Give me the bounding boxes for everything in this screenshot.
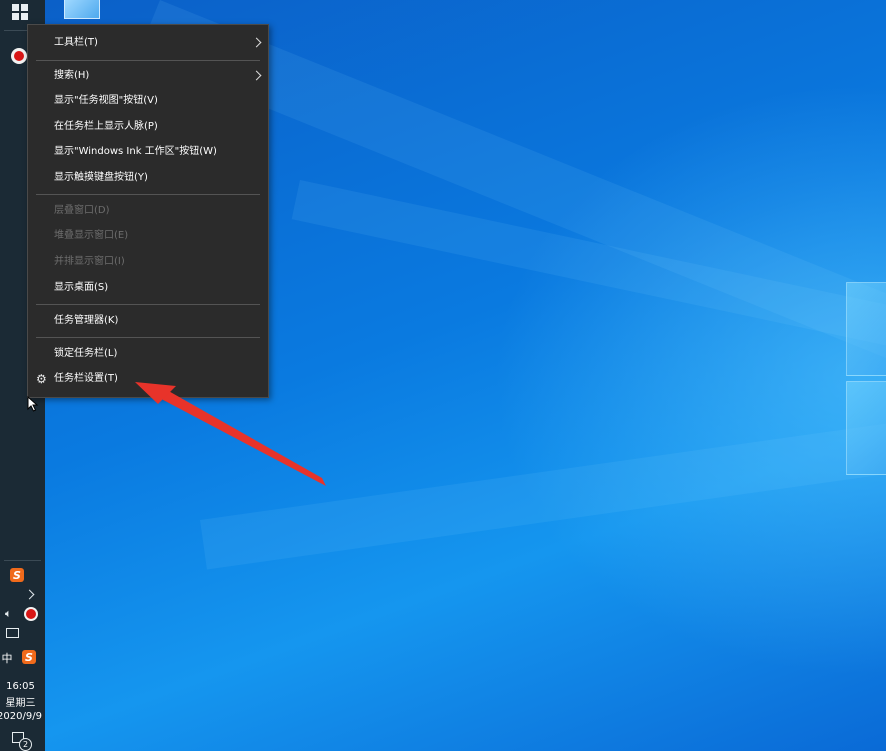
- taskbar-context-menu[interactable]: 工具栏(T) 搜索(H) 显示"任务视图"按钮(V) 在任务栏上显示人脉(P) …: [27, 24, 269, 398]
- menu-item-toolbars[interactable]: 工具栏(T): [28, 30, 268, 56]
- menu-item-label: 任务管理器(K): [54, 315, 119, 326]
- menu-item-show-people[interactable]: 在任务栏上显示人脉(P): [28, 114, 268, 140]
- taskbar-divider: [4, 560, 41, 561]
- windows-icon: [12, 4, 28, 20]
- menu-item-taskbar-settings[interactable]: ⚙ 任务栏设置(T): [28, 366, 268, 392]
- menu-separator: [36, 304, 260, 305]
- start-button[interactable]: [12, 4, 28, 20]
- menu-item-show-touch-keyboard[interactable]: 显示触摸键盘按钮(Y): [28, 165, 268, 191]
- sogou-label: S: [25, 650, 33, 664]
- ime-indicator[interactable]: 中: [0, 650, 14, 666]
- menu-item-label: 搜索(H): [54, 70, 90, 81]
- clock-date: 2020/9/9: [0, 711, 42, 722]
- menu-item-side-by-side: 并排显示窗口(I): [28, 249, 268, 275]
- menu-item-task-manager[interactable]: 任务管理器(K): [28, 308, 268, 334]
- notification-center-button[interactable]: 2: [12, 732, 32, 751]
- menu-item-show-task-view[interactable]: 显示"任务视图"按钮(V): [28, 88, 268, 114]
- menu-separator: [36, 194, 260, 195]
- menu-item-label: 并排显示窗口(I): [54, 256, 125, 267]
- windows-logo-pane: [846, 282, 886, 376]
- menu-item-show-desktop[interactable]: 显示桌面(S): [28, 275, 268, 301]
- desktop-shortcut-icon[interactable]: [64, 0, 100, 19]
- menu-item-label: 在任务栏上显示人脉(P): [54, 121, 158, 132]
- chevron-right-icon: [251, 37, 262, 48]
- light-beam: [200, 414, 886, 570]
- notification-count: 2: [22, 740, 29, 749]
- sogou-label: S: [13, 568, 21, 582]
- clock[interactable]: 16:05 星期三 2020/9/9: [0, 681, 45, 722]
- menu-item-show-windows-ink[interactable]: 显示"Windows Ink 工作区"按钮(W): [28, 139, 268, 165]
- menu-item-label: 工具栏(T): [54, 37, 98, 48]
- windows-logo-pane: [846, 381, 886, 475]
- chevron-right-icon: [251, 70, 262, 81]
- menu-separator: [36, 60, 260, 61]
- chevron-right-icon[interactable]: [24, 589, 35, 600]
- menu-item-stack-windows: 堆叠显示窗口(E): [28, 223, 268, 249]
- recorder-app-icon[interactable]: [11, 48, 27, 64]
- sogou-ime-icon[interactable]: S: [22, 650, 36, 664]
- menu-item-label: 显示触摸键盘按钮(Y): [54, 172, 148, 183]
- gear-icon: ⚙: [36, 372, 47, 386]
- notification-count-badge: 2: [19, 738, 32, 751]
- volume-icon[interactable]: 🔈︎: [5, 607, 12, 621]
- recording-tray-icon[interactable]: [24, 607, 38, 621]
- menu-item-label: 堆叠显示窗口(E): [54, 230, 129, 241]
- menu-item-label: 锁定任务栏(L): [54, 348, 118, 359]
- menu-item-label: 任务栏设置(T): [54, 373, 118, 384]
- mouse-cursor-icon: [27, 396, 39, 412]
- ime-label: 中: [1, 652, 13, 665]
- network-icon[interactable]: [6, 628, 19, 638]
- menu-item-label: 层叠窗口(D): [54, 205, 110, 216]
- clock-weekday: 星期三: [5, 698, 36, 709]
- menu-item-label: 显示"任务视图"按钮(V): [54, 95, 158, 106]
- sogou-tray-icon[interactable]: S: [10, 568, 24, 582]
- menu-item-cascade-windows: 层叠窗口(D): [28, 198, 268, 224]
- menu-item-search[interactable]: 搜索(H): [28, 63, 268, 89]
- menu-item-label: 显示桌面(S): [54, 282, 109, 293]
- menu-item-label: 显示"Windows Ink 工作区"按钮(W): [54, 146, 217, 157]
- menu-separator: [36, 337, 260, 338]
- menu-item-lock-taskbar[interactable]: 锁定任务栏(L): [28, 341, 268, 367]
- clock-time: 16:05: [6, 681, 35, 692]
